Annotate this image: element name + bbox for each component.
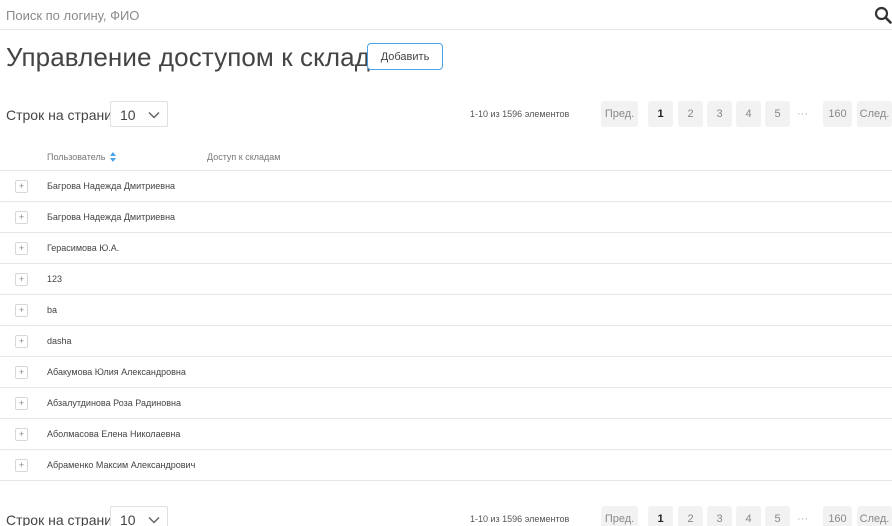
rows-per-page-select[interactable]: 10 xyxy=(110,506,168,526)
page-button-2[interactable]: 2 xyxy=(678,101,703,127)
user-name: Абакумова Юлия Александровна xyxy=(47,367,186,377)
search-bar xyxy=(0,0,892,30)
expand-row-button[interactable]: + xyxy=(15,397,28,410)
table-row: + 123 xyxy=(0,264,892,295)
expand-row-button[interactable]: + xyxy=(15,366,28,379)
table-row: + Багрова Надежда Дмитриевна xyxy=(0,202,892,233)
table-row: + Абраменко Максим Александрович xyxy=(0,450,892,481)
user-name: Абзалутдинова Роза Радиновна xyxy=(47,398,181,408)
user-name: Аболмасова Елена Николаевна xyxy=(47,429,181,439)
column-header-warehouse-access: Доступ к складам xyxy=(207,152,281,162)
table-row: + dasha xyxy=(0,326,892,357)
table-row: + Герасимова Ю.А. xyxy=(0,233,892,264)
user-name: Багрова Надежда Дмитриевна xyxy=(47,181,176,191)
user-name: Герасимова Ю.А. xyxy=(47,243,120,253)
table-row: + Аболмасова Елена Николаевна xyxy=(0,419,892,450)
expand-row-button[interactable]: + xyxy=(15,242,28,255)
expand-row-button[interactable]: + xyxy=(15,180,28,193)
page-title: Управление доступом к складам xyxy=(6,42,403,72)
page-button-5[interactable]: 5 xyxy=(765,101,790,127)
table-header: Пользователь Доступ к складам xyxy=(0,145,892,171)
next-page-button[interactable]: След. xyxy=(857,506,892,526)
user-name: ba xyxy=(47,305,58,315)
page-button-3[interactable]: 3 xyxy=(707,506,732,526)
expand-row-button[interactable]: + xyxy=(15,211,28,224)
search-icon[interactable] xyxy=(874,6,892,24)
rows-per-page-value: 10 xyxy=(120,107,136,123)
page-button-last[interactable]: 160 xyxy=(823,101,852,127)
page-button-last[interactable]: 160 xyxy=(823,506,852,526)
pagination-top: Строк на странице 10 1-10 из 1596 элемен… xyxy=(0,101,892,127)
page-button-5[interactable]: 5 xyxy=(765,506,790,526)
page-button-3[interactable]: 3 xyxy=(707,101,732,127)
next-page-button[interactable]: След. xyxy=(857,101,892,127)
range-info: 1-10 из 1596 элементов xyxy=(470,109,570,119)
chevron-down-icon xyxy=(148,516,160,524)
table-row: + ba xyxy=(0,295,892,326)
page-button-4[interactable]: 4 xyxy=(736,506,761,526)
pagination-bottom: Строк на странице 10 1-10 из 1596 элемен… xyxy=(0,506,892,526)
page-button-2[interactable]: 2 xyxy=(678,506,703,526)
expand-row-button[interactable]: + xyxy=(15,428,28,441)
expand-row-button[interactable]: + xyxy=(15,273,28,286)
add-button[interactable]: Добавить xyxy=(367,43,443,70)
expand-row-button[interactable]: + xyxy=(15,304,28,317)
expand-row-button[interactable]: + xyxy=(15,335,28,348)
page-button-4[interactable]: 4 xyxy=(736,101,761,127)
table-row: + Абзалутдинова Роза Радиновна xyxy=(0,388,892,419)
prev-page-button[interactable]: Пред. xyxy=(601,506,638,526)
table-row: + Багрова Надежда Дмитриевна xyxy=(0,171,892,202)
expand-row-button[interactable]: + xyxy=(15,459,28,472)
page-button-1[interactable]: 1 xyxy=(648,506,673,526)
user-name: dasha xyxy=(47,336,72,346)
rows-per-page-select[interactable]: 10 xyxy=(110,101,168,127)
chevron-down-icon xyxy=(148,111,160,119)
sort-icon[interactable] xyxy=(110,152,116,162)
column-header-user[interactable]: Пользователь xyxy=(47,152,105,162)
prev-page-button[interactable]: Пред. xyxy=(601,101,638,127)
user-name: Багрова Надежда Дмитриевна xyxy=(47,212,176,222)
page-ellipsis: ··· xyxy=(797,108,808,120)
search-input[interactable] xyxy=(6,5,846,25)
user-name: 123 xyxy=(47,274,63,284)
page-button-1[interactable]: 1 xyxy=(648,101,673,127)
table-row: + Абакумова Юлия Александровна xyxy=(0,357,892,388)
range-info: 1-10 из 1596 элементов xyxy=(470,514,570,524)
page-ellipsis: ··· xyxy=(797,513,808,525)
rows-per-page-value: 10 xyxy=(120,512,136,526)
user-name: Абраменко Максим Александрович xyxy=(47,460,196,470)
